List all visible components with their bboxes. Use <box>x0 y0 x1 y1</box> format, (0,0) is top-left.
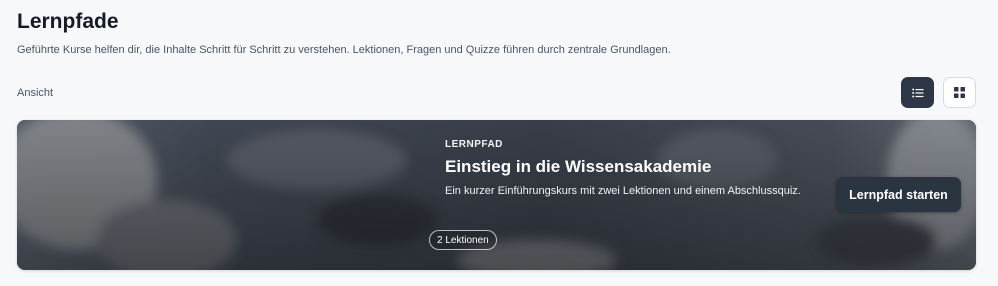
page-subtitle: Geführte Kurse helfen dir, die Inhalte S… <box>17 44 671 56</box>
list-icon <box>911 88 923 97</box>
lesson-count-badge: 2 Lektionen <box>429 230 497 250</box>
page-title: Lernpfade <box>17 10 119 33</box>
card-description: Ein kurzer Einführungskurs mit zwei Lekt… <box>445 185 801 197</box>
start-learning-path-button[interactable]: Lernpfad starten <box>836 177 961 212</box>
card-title: Einstieg in die Wissensakademie <box>445 157 712 176</box>
view-label: Ansicht <box>17 87 54 99</box>
learning-path-card[interactable]: LERNPFAD Einstieg in die Wissensakademie… <box>17 120 976 270</box>
card-eyebrow: LERNPFAD <box>445 139 503 150</box>
grid-view-button[interactable] <box>943 77 976 108</box>
grid-icon <box>954 87 965 98</box>
list-view-button[interactable] <box>901 77 934 108</box>
